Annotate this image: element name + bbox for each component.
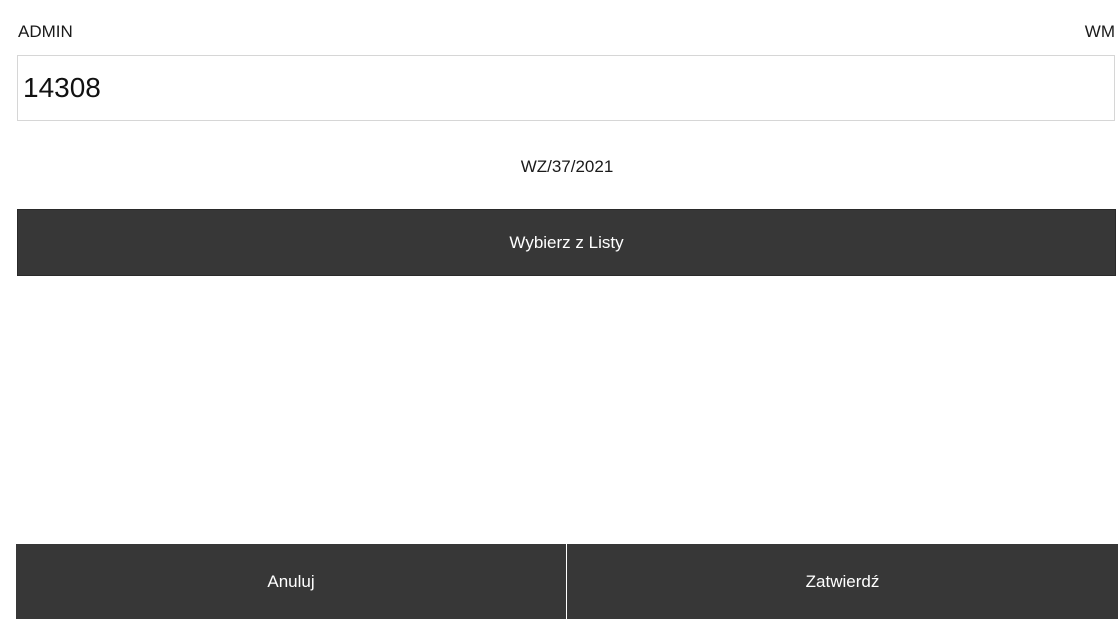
confirm-button[interactable]: Zatwierdź	[567, 544, 1118, 619]
scan-input[interactable]	[17, 55, 1115, 121]
document-number: WZ/37/2021	[520, 157, 614, 176]
header-bar: ADMIN WM	[18, 20, 1115, 44]
app-window: ADMIN WM WZ/37/2021 Wybierz z Listy Anul…	[0, 0, 1118, 619]
cancel-button[interactable]: Anuluj	[16, 544, 566, 619]
user-label: ADMIN	[18, 22, 73, 41]
select-from-list-button[interactable]: Wybierz z Listy	[17, 209, 1116, 276]
module-label: WM	[1084, 22, 1115, 41]
